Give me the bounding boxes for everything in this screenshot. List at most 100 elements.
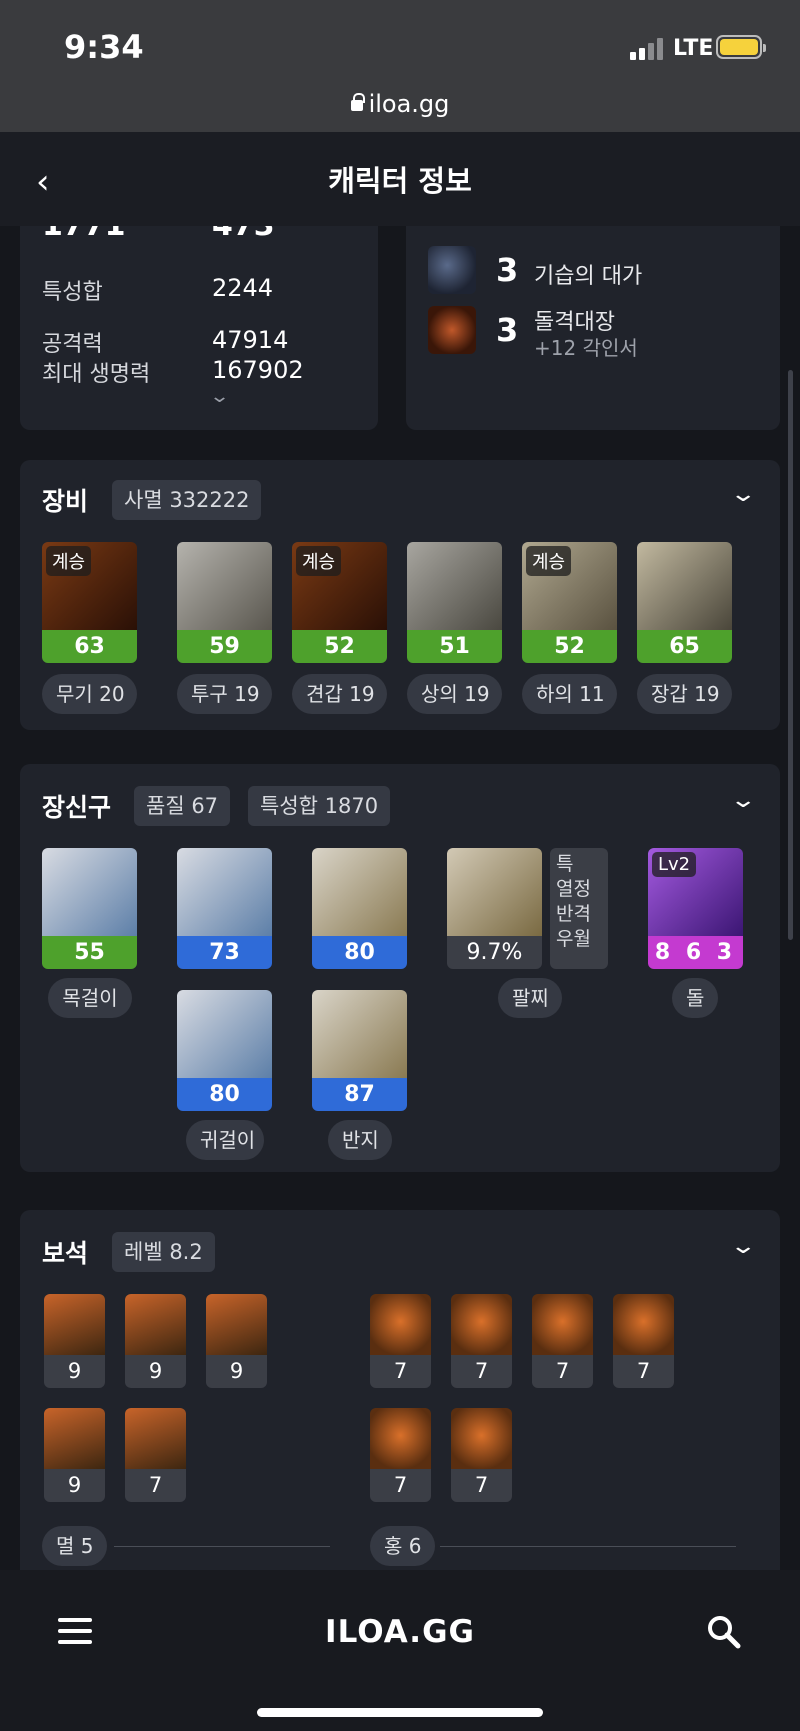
- stone-value: 8 6 3: [648, 936, 743, 969]
- accessory-earring[interactable]: 73: [177, 848, 272, 969]
- accessories-card: 장신구 품질 67 특성합 1870 ⌄ 55 73 80 9.7% 특 열정 …: [20, 764, 780, 1172]
- url-bar[interactable]: iloa.gg: [0, 90, 800, 118]
- equip-label: 견갑 19: [292, 674, 387, 714]
- gem-crimson[interactable]: 7: [370, 1294, 431, 1388]
- item-level-value: 1771: [42, 226, 126, 243]
- bracelet-stat: 우월: [556, 928, 591, 950]
- stat-total-badge: 특성합 1870: [248, 786, 391, 826]
- equip-shoulder[interactable]: 계승 52: [292, 542, 387, 663]
- accessory-label: 팔찌: [498, 978, 562, 1018]
- accessory-label: 목걸이: [48, 978, 132, 1018]
- equip-weapon[interactable]: 계승 63: [42, 542, 137, 663]
- clock: 9:34: [64, 28, 144, 66]
- engraving-level: 3: [496, 251, 519, 289]
- gem-level: 7: [370, 1355, 431, 1388]
- gem-crimson[interactable]: 7: [613, 1294, 674, 1388]
- engraving-icon: [428, 246, 476, 294]
- gem-crimson[interactable]: 7: [370, 1408, 431, 1502]
- quality-value: 59: [177, 630, 272, 663]
- battery-icon: [716, 35, 766, 59]
- quality-badge: 품질 67: [134, 786, 231, 826]
- equip-helmet[interactable]: 59: [177, 542, 272, 663]
- accessory-ring[interactable]: 87: [312, 990, 407, 1111]
- gem-annihilation[interactable]: 7: [125, 1408, 186, 1502]
- accessory-label: 돌: [672, 978, 718, 1018]
- quality-value: 51: [407, 630, 502, 663]
- gem-crimson[interactable]: 7: [532, 1294, 593, 1388]
- chevron-down-icon[interactable]: ⌄: [729, 788, 757, 813]
- equip-pants[interactable]: 계승 52: [522, 542, 617, 663]
- gem-level: 7: [370, 1469, 431, 1502]
- gem-crimson[interactable]: 7: [451, 1408, 512, 1502]
- stats-card: 1771 473 특성합 2244 공격력 47914 최대 생명력 16790…: [20, 226, 378, 430]
- quality-value: 87: [312, 1078, 407, 1111]
- quality-value: 52: [292, 630, 387, 663]
- engraving-level: 3: [496, 311, 519, 349]
- equip-label: 상의 19: [407, 674, 502, 714]
- scrollbar[interactable]: [788, 370, 793, 940]
- equip-label: 투구 19: [177, 674, 272, 714]
- bracelet-stat: 특: [556, 853, 574, 875]
- divider: [440, 1546, 736, 1547]
- search-icon[interactable]: [706, 1614, 742, 1650]
- gem-annihilation[interactable]: 9: [44, 1294, 105, 1388]
- equip-label: 하의 11: [522, 674, 617, 714]
- accessory-necklace[interactable]: 55: [42, 848, 137, 969]
- chevron-down-icon[interactable]: ⌄: [729, 482, 757, 507]
- stone-level: Lv2: [652, 852, 697, 877]
- inherit-tag: 계승: [296, 546, 342, 576]
- gem-level: 9: [44, 1355, 105, 1388]
- page-title: 캐릭터 정보: [328, 164, 472, 198]
- section-title: 보석: [42, 1239, 89, 1268]
- equip-chest[interactable]: 51: [407, 542, 502, 663]
- accessory-bracelet[interactable]: 9.7%: [447, 848, 542, 969]
- bottom-bar: ILOA.GG: [0, 1570, 800, 1731]
- quality-value: 52: [522, 630, 617, 663]
- quality-value: 80: [177, 1078, 272, 1111]
- lock-icon: [350, 93, 365, 111]
- accessory-label: 반지: [328, 1120, 392, 1160]
- brand-logo[interactable]: ILOA.GG: [0, 1614, 800, 1650]
- quality-value: 63: [42, 630, 137, 663]
- gem-annihilation[interactable]: 9: [206, 1294, 267, 1388]
- equipment-card: 장비 사멸 332222 ⌄ 계승 63 59 계승 52 51 계승 52 6: [20, 460, 780, 730]
- ability-stone[interactable]: Lv2 8 6 3: [648, 848, 743, 969]
- gem-level: 9: [125, 1355, 186, 1388]
- section-title: 장신구: [42, 793, 112, 822]
- gem-level: 9: [206, 1355, 267, 1388]
- accessory-label: 귀걸이: [186, 1120, 264, 1160]
- gem-annihilation[interactable]: 9: [125, 1294, 186, 1388]
- gem-level: 7: [451, 1469, 512, 1502]
- gem-crimson[interactable]: 7: [451, 1294, 512, 1388]
- quality-value: 55: [42, 936, 137, 969]
- gem-group-label: 멸 5: [42, 1526, 108, 1566]
- engraving-name: 기습의 대가: [534, 264, 643, 289]
- engraving-sub: +12 각인서: [534, 336, 638, 360]
- accessory-ring[interactable]: 80: [312, 848, 407, 969]
- bracelet-stat: 반격: [556, 903, 591, 925]
- url-text: iloa.gg: [368, 90, 450, 118]
- quality-value: 65: [637, 630, 732, 663]
- gem-level: 7: [613, 1355, 674, 1388]
- bracelet-stats: 특 열정 반격 우월: [550, 848, 608, 969]
- stat-label: 특성합: [42, 280, 103, 305]
- content-area[interactable]: 1771 473 특성합 2244 공격력 47914 최대 생명력 16790…: [0, 226, 800, 1570]
- stat-value: 2244: [212, 274, 274, 302]
- gem-level: 7: [532, 1355, 593, 1388]
- chevron-down-icon[interactable]: ⌄: [729, 1234, 757, 1259]
- bracelet-value: 9.7%: [447, 936, 542, 969]
- gem-annihilation[interactable]: 9: [44, 1408, 105, 1502]
- status-bar: 9:34 LTE iloa.gg: [0, 0, 800, 132]
- equip-gloves[interactable]: 65: [637, 542, 732, 663]
- stat-label: 최대 생명력: [42, 362, 151, 387]
- chevron-down-icon[interactable]: ⌄: [209, 386, 230, 407]
- gem-level-badge: 레벨 8.2: [112, 1232, 215, 1272]
- equip-label: 장갑 19: [637, 674, 732, 714]
- gem-level: 7: [451, 1355, 512, 1388]
- accessory-earring[interactable]: 80: [177, 990, 272, 1111]
- combat-level-value: 473: [212, 226, 275, 243]
- section-title: 장비: [42, 487, 89, 516]
- quality-value: 80: [312, 936, 407, 969]
- page-header: ‹ 캐릭터 정보: [0, 132, 800, 226]
- stat-value: 167902: [212, 356, 304, 384]
